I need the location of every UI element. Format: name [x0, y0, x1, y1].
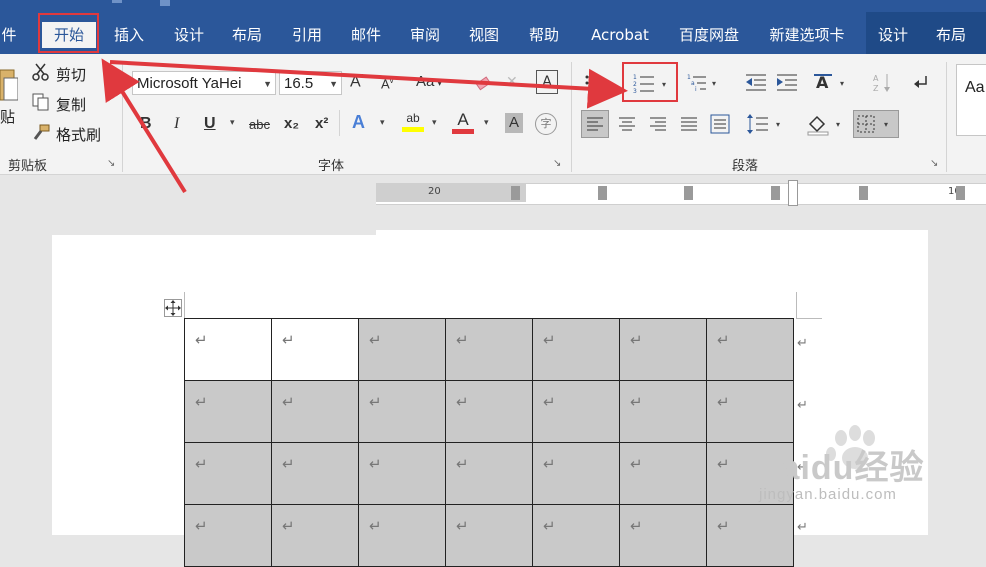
arrow-to-numbering	[109, 60, 628, 109]
arrow-to-home-tab	[101, 58, 187, 194]
annotation-arrows	[101, 58, 628, 194]
